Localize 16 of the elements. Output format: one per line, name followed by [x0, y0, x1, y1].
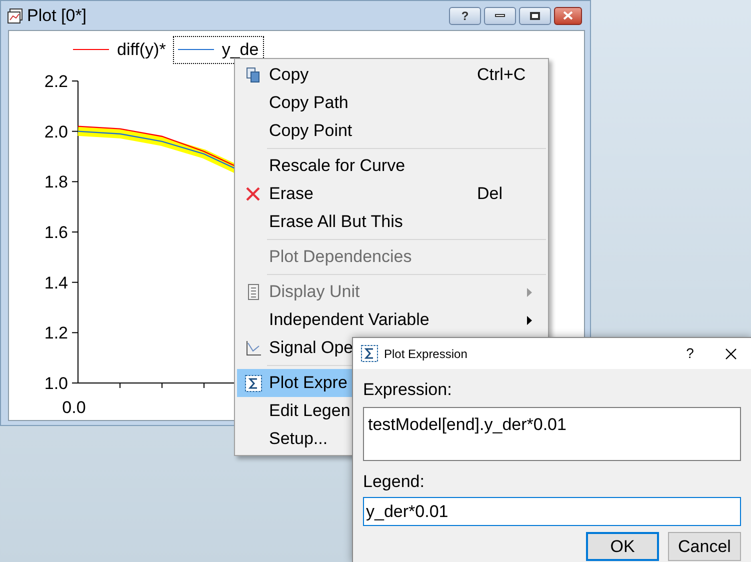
y-tick-label: 1.4 — [44, 273, 68, 292]
x-tick-label: 0.0 — [62, 398, 86, 417]
y-tick-label: 1.6 — [44, 223, 68, 242]
legend-label: diff(y)* — [117, 39, 166, 61]
y-tick-label: 1.8 — [44, 172, 68, 192]
dialog-title: Plot Expression — [384, 346, 468, 362]
y-tick-label: 1.2 — [44, 324, 68, 343]
y-tick-label: 2.2 — [44, 72, 68, 91]
expression-label: Expression: — [363, 379, 453, 401]
y-tick-label: 2.0 — [44, 122, 68, 142]
shortcut-label: Ctrl+C — [477, 64, 526, 86]
window-title: Plot [0*] — [27, 7, 87, 24]
y-tick-label: 1.0 — [44, 374, 68, 393]
legend-label: y_de — [222, 39, 259, 61]
legend-label: Legend: — [363, 470, 426, 492]
shortcut-label: Del — [477, 183, 503, 206]
